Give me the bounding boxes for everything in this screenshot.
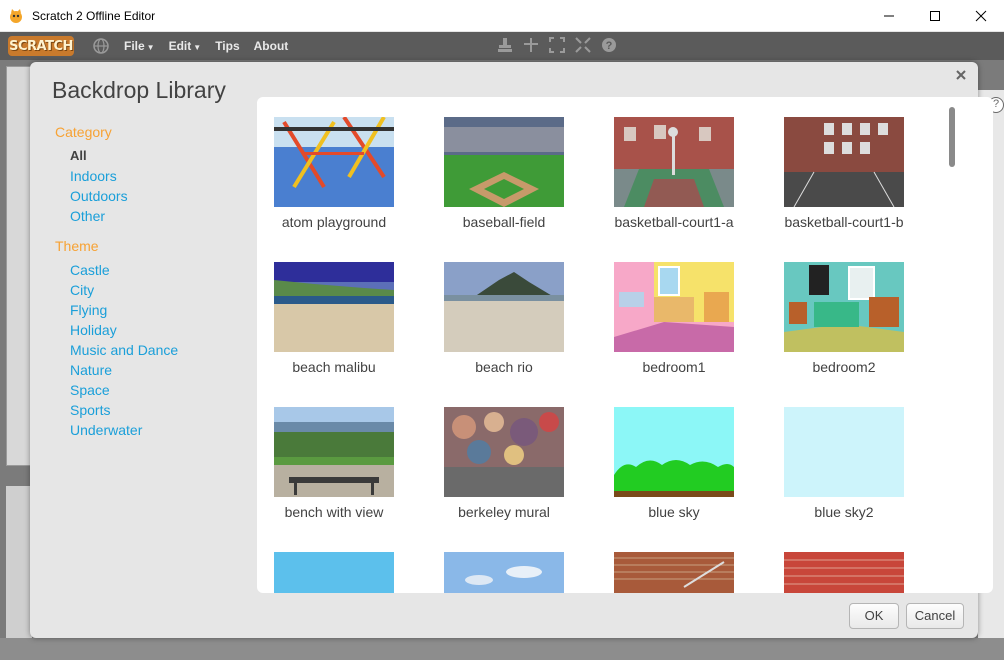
backdrop-thumbnail [274, 117, 394, 207]
backdrop-thumbnail [614, 262, 734, 352]
chevron-down-icon: ▼ [146, 43, 155, 52]
minimize-button[interactable] [866, 0, 912, 32]
backdrop-library-dialog: Backdrop Library Category All Indoors Ou… [30, 62, 993, 638]
backdrop-tile-bedroom1[interactable]: bedroom1 [597, 242, 767, 387]
window-title: Scratch 2 Offline Editor [32, 8, 156, 23]
backdrop-tile-blue-sky[interactable]: blue sky [597, 387, 767, 532]
backdrop-thumbnail [274, 262, 394, 352]
grow-icon[interactable] [548, 36, 566, 54]
menu-tips[interactable]: Tips [215, 39, 239, 53]
backdrop-label: beach rio [475, 359, 533, 375]
category-item-outdoors[interactable]: Outdoors [70, 186, 255, 206]
backdrop-tile-beach-rio[interactable]: beach rio [427, 242, 597, 387]
background-stage-panel [6, 66, 32, 466]
backdrop-tile[interactable] [427, 532, 597, 593]
backdrop-tile-baseball-field[interactable]: baseball-field [427, 97, 597, 242]
library-scrollbar[interactable] [945, 102, 957, 586]
backdrop-thumbnail [784, 262, 904, 352]
theme-item-underwater[interactable]: Underwater [70, 420, 255, 440]
menu-about[interactable]: About [254, 39, 289, 53]
background-sprite-panel [6, 486, 32, 660]
minimize-icon [884, 15, 894, 17]
theme-item-holiday[interactable]: Holiday [70, 320, 255, 340]
backdrop-thumbnail [274, 552, 394, 593]
svg-text:?: ? [606, 40, 613, 52]
dialog-title: Backdrop Library [52, 77, 226, 103]
backdrop-tile-blue-sky2[interactable]: blue sky2 [767, 387, 937, 532]
theme-item-city[interactable]: City [70, 280, 255, 300]
backdrop-tile-bedroom2[interactable]: bedroom2 [767, 242, 937, 387]
category-heading: Category [55, 124, 112, 140]
theme-item-castle[interactable]: Castle [70, 260, 255, 280]
backdrop-label: berkeley mural [458, 504, 550, 520]
chevron-down-icon: ▼ [193, 43, 202, 52]
maximize-button[interactable] [912, 0, 958, 32]
backdrop-label: beach malibu [292, 359, 376, 375]
library-filter-sidebar: Category All Indoors Outdoors Other Them… [55, 124, 255, 440]
backdrop-tile[interactable] [597, 532, 767, 593]
backdrop-tile-basketball-court1-a[interactable]: basketball-court1-a [597, 97, 767, 242]
backdrop-thumbnail [444, 552, 564, 593]
backdrop-tile-atom-playground[interactable]: atom playground [257, 97, 427, 242]
backdrop-label: bedroom2 [812, 359, 876, 375]
shrink-icon[interactable] [574, 36, 592, 54]
theme-item-music-and-dance[interactable]: Music and Dance [70, 340, 255, 360]
category-item-other[interactable]: Other [70, 206, 255, 226]
close-icon[interactable] [954, 68, 968, 82]
backdrop-tile-berkeley-mural[interactable]: berkeley mural [427, 387, 597, 532]
maximize-icon [930, 11, 940, 21]
backdrop-thumbnail [614, 407, 734, 497]
backdrop-thumbnail [784, 552, 904, 593]
backdrop-thumbnail [614, 117, 734, 207]
category-item-all[interactable]: All [70, 146, 255, 166]
category-item-indoors[interactable]: Indoors [70, 166, 255, 186]
theme-item-sports[interactable]: Sports [70, 400, 255, 420]
scratch-menubar: SCRATCH File ▼ Edit ▼ Tips About ? [0, 32, 1004, 60]
backdrop-label: basketball-court1-b [784, 214, 904, 230]
backdrop-thumbnail [444, 117, 564, 207]
background-bottom-strip [0, 638, 1004, 660]
duplicate-stamp-icon[interactable] [496, 36, 514, 54]
backdrop-tile-bench-with-view[interactable]: bench with view [257, 387, 427, 532]
backdrop-label: blue sky2 [814, 504, 874, 520]
theme-item-nature[interactable]: Nature [70, 360, 255, 380]
backdrop-thumbnail [784, 407, 904, 497]
backdrop-label: bedroom1 [642, 359, 706, 375]
window-titlebar: Scratch 2 Offline Editor [0, 0, 1004, 32]
cut-icon[interactable] [522, 36, 540, 54]
backdrop-label: basketball-court1-a [614, 214, 734, 230]
scratch-cat-icon [10, 8, 22, 23]
scrollbar-thumb[interactable] [949, 107, 955, 167]
backdrop-tile-beach-malibu[interactable]: beach malibu [257, 242, 427, 387]
menu-file[interactable]: File ▼ [124, 39, 155, 53]
menu-edit[interactable]: Edit ▼ [169, 39, 202, 53]
theme-heading: Theme [55, 238, 99, 254]
close-window-button[interactable] [958, 0, 1004, 32]
language-globe-icon[interactable] [92, 37, 110, 55]
backdrop-tile[interactable] [257, 532, 427, 593]
backdrop-tile-basketball-court1-b[interactable]: basketball-court1-b [767, 97, 937, 242]
ok-button[interactable]: OK [849, 603, 899, 629]
backdrop-thumbnail [444, 262, 564, 352]
backdrop-thumbnail [274, 407, 394, 497]
close-icon [975, 10, 987, 22]
backdrop-tile[interactable] [767, 532, 937, 593]
backdrop-label: atom playground [281, 214, 387, 230]
backdrop-label: blue sky [648, 504, 700, 520]
backdrop-thumbnail [784, 117, 904, 207]
cancel-button[interactable]: Cancel [906, 603, 964, 629]
help-icon[interactable]: ? [600, 36, 618, 54]
theme-item-flying[interactable]: Flying [70, 300, 255, 320]
scratch-logo[interactable]: SCRATCH [8, 36, 74, 56]
backdrop-label: baseball-field [462, 214, 546, 230]
backdrop-grid-panel: atom playground baseball-field basketbal… [257, 97, 993, 593]
theme-item-space[interactable]: Space [70, 380, 255, 400]
backdrop-thumbnail [614, 552, 734, 593]
backdrop-thumbnail [444, 407, 564, 497]
backdrop-label: bench with view [284, 504, 384, 520]
